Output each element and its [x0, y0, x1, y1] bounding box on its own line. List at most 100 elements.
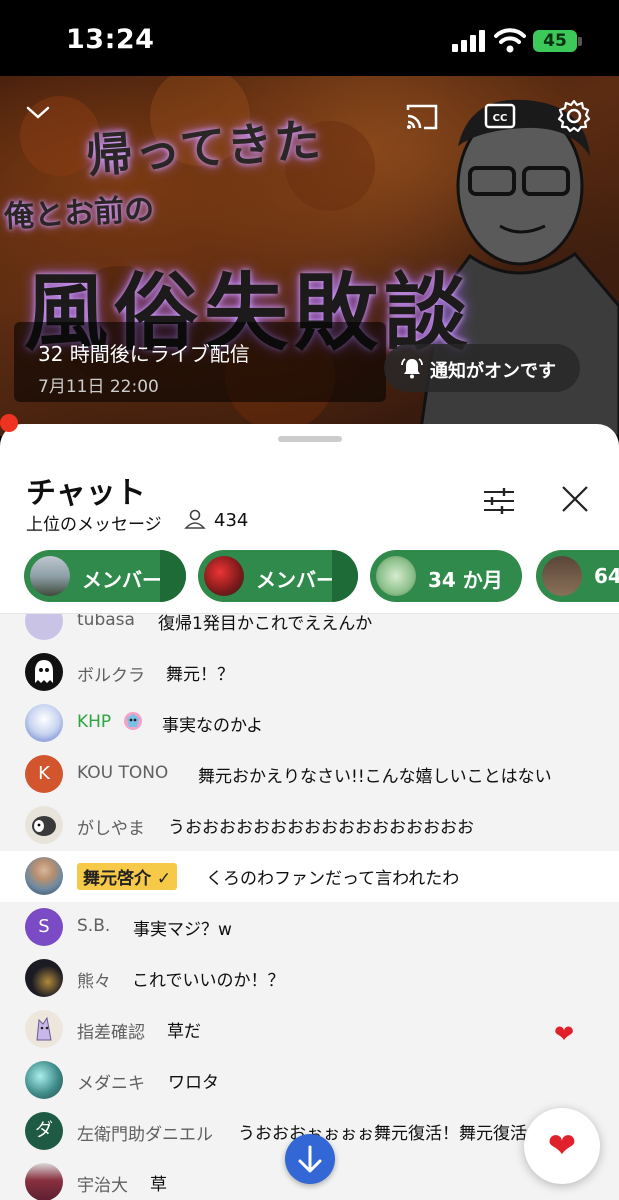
- chat-message[interactable]: ボルクラ 舞元！？: [0, 647, 619, 698]
- message-author[interactable]: S.B.: [77, 916, 110, 936]
- chip-label: 34 か月: [428, 568, 503, 592]
- avatar: ダ: [25, 1112, 63, 1150]
- chat-panel: チャット 上位のメッセージ 434 メンバー メンバー 34 か月 64 tub…: [0, 424, 619, 1200]
- status-bar: 13:24 45: [0, 0, 619, 76]
- chat-message[interactable]: メダニキ ワロタ: [0, 1055, 619, 1106]
- avatar: [25, 614, 63, 640]
- notification-button[interactable]: 通知がオンです: [384, 344, 580, 392]
- chat-message[interactable]: tubasa 復帰1発目かこれでええんか: [0, 614, 619, 647]
- chip-progress: [160, 550, 186, 602]
- chat-mode-selector[interactable]: 上位のメッセージ: [26, 510, 162, 535]
- arrow-down-icon: [298, 1145, 322, 1173]
- owner-name: 舞元啓介: [83, 869, 151, 889]
- chat-message[interactable]: 熊々 これでいいのか！？: [0, 953, 619, 1004]
- avatar: K: [25, 755, 63, 793]
- scroll-to-bottom-button[interactable]: [285, 1134, 335, 1184]
- avatar: [25, 857, 63, 895]
- supporter-chip[interactable]: 64: [536, 550, 619, 602]
- battery-cap: [578, 37, 582, 46]
- heart-reaction-button[interactable]: ❤: [524, 1108, 600, 1184]
- message-author[interactable]: KHP: [77, 712, 111, 732]
- chat-message-owner[interactable]: 舞元啓介 ✓ くろのわファンだって言われたわ: [0, 851, 619, 902]
- message-text: ワロタ: [168, 1073, 219, 1093]
- chip-avatar: [204, 556, 244, 596]
- status-time: 13:24: [66, 24, 155, 55]
- message-text: 復帰1発目かこれでええんか: [158, 614, 373, 634]
- notification-label: 通知がオンです: [430, 361, 556, 382]
- floating-heart-icon: ❤: [554, 1020, 575, 1048]
- message-author[interactable]: 左衛門助ダニエル: [77, 1120, 213, 1145]
- message-text: 舞元おかえりなさい!!こんな嬉しいことはない: [198, 767, 552, 787]
- live-schedule-title: 32 時間後にライブ配信: [38, 342, 250, 366]
- message-text: 舞元！？: [166, 665, 234, 685]
- svg-text:CC: CC: [493, 113, 508, 124]
- message-author[interactable]: ボルクラ: [77, 661, 145, 686]
- message-text: うおおおぉぉぉぉ舞元復活！舞元復活: [238, 1124, 527, 1144]
- message-author[interactable]: KOU TONO: [77, 763, 168, 783]
- captions-icon[interactable]: CC: [484, 102, 516, 130]
- live-schedule-date: 7月11日 22:00: [38, 377, 159, 397]
- wifi-icon: [494, 28, 526, 53]
- chip-label: 64: [594, 564, 619, 588]
- close-icon[interactable]: [560, 484, 590, 514]
- supporter-chip[interactable]: 34 か月: [370, 550, 522, 602]
- ghost-icon: [35, 660, 53, 683]
- scrubber-handle[interactable]: [0, 414, 18, 432]
- message-text: 草だ: [167, 1022, 201, 1042]
- avatar: [25, 1163, 63, 1200]
- pointing-cat-icon: [36, 1016, 52, 1041]
- verified-check-icon: ✓: [156, 869, 172, 889]
- chevron-down-icon[interactable]: [24, 102, 52, 122]
- message-author[interactable]: 熊々: [77, 967, 111, 992]
- gear-icon[interactable]: [556, 98, 592, 134]
- chat-message[interactable]: S S.B. 事実マジ？w: [0, 902, 619, 953]
- chat-message[interactable]: K KOU TONO 舞元おかえりなさい!!こんな嬉しいことはない: [0, 749, 619, 800]
- chip-label: メンバー: [256, 568, 336, 592]
- avatar: [25, 806, 63, 844]
- message-text: 草: [150, 1175, 167, 1195]
- chip-avatar: [376, 556, 416, 596]
- avatar: [25, 959, 63, 997]
- message-text: うおおおおおおおおおおおおおおおおお: [168, 818, 474, 838]
- message-author[interactable]: 指差確認: [77, 1018, 145, 1043]
- avatar: S: [25, 908, 63, 946]
- battery-icon: 45: [533, 30, 577, 52]
- chip-avatar: [542, 556, 582, 596]
- chat-title: チャット: [26, 476, 146, 511]
- battery-level: 45: [543, 31, 567, 51]
- supporter-chip[interactable]: メンバー: [198, 550, 358, 602]
- avatar: [25, 1010, 63, 1048]
- sheep-icon: [32, 816, 56, 836]
- avatar: [25, 653, 63, 691]
- live-schedule-box: 32 時間後にライブ配信 7月11日 22:00: [14, 322, 386, 402]
- chat-message[interactable]: KHP 事実なのかよ: [0, 698, 619, 749]
- chat-message[interactable]: がしやま うおおおおおおおおおおおおおおおおお: [0, 800, 619, 851]
- filter-icon[interactable]: [482, 486, 516, 516]
- message-text: くろのわファンだって言われたわ: [206, 869, 460, 889]
- drag-handle[interactable]: [278, 436, 342, 442]
- message-text: 事実マジ？w: [133, 920, 232, 940]
- member-badge-icon: [124, 712, 142, 730]
- heart-icon: ❤: [547, 1126, 577, 1166]
- cast-icon[interactable]: [404, 102, 440, 132]
- top-supporters-bar: メンバー メンバー 34 か月 64: [24, 550, 619, 602]
- signal-icon: [452, 30, 486, 52]
- thumbnail-title-line2: 俺とお前の: [3, 192, 155, 235]
- person-icon: [184, 509, 206, 529]
- chat-message-list[interactable]: tubasa 復帰1発目かこれでええんか ボルクラ 舞元！？ KHP 事実なのか…: [0, 614, 619, 1200]
- message-author[interactable]: がしやま: [77, 814, 145, 839]
- chip-label: メンバー: [82, 568, 162, 592]
- message-text: 事実なのかよ: [162, 716, 264, 736]
- viewer-count: 434: [214, 510, 249, 531]
- chip-progress: [332, 550, 358, 602]
- avatar: [25, 704, 63, 742]
- video-player[interactable]: 帰ってきた 俺とお前の 風俗失敗談 CC 32 時間後にライブ配信 7月11日 …: [0, 76, 619, 436]
- supporter-chip[interactable]: メンバー: [24, 550, 186, 602]
- message-author[interactable]: tubasa: [77, 614, 135, 630]
- message-author-owner[interactable]: 舞元啓介 ✓: [77, 863, 178, 890]
- chat-message[interactable]: 指差確認 草だ: [0, 1004, 619, 1055]
- message-author[interactable]: メダニキ: [77, 1069, 145, 1094]
- chip-avatar: [30, 556, 70, 596]
- bell-icon: [401, 358, 423, 379]
- message-author[interactable]: 宇治大: [77, 1171, 128, 1196]
